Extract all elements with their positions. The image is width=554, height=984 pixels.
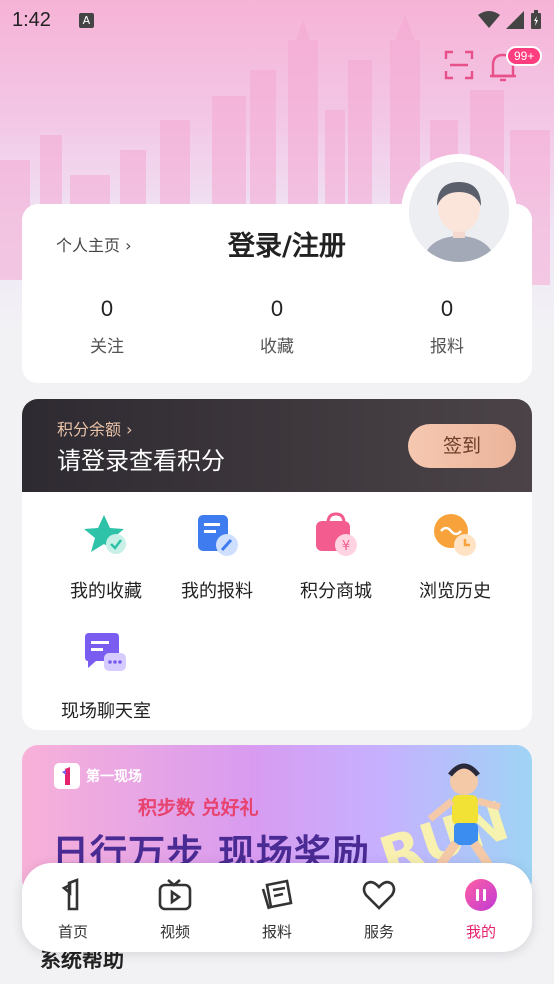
svg-text:¥: ¥ [342, 539, 350, 554]
stat-following-value: 0 [100, 296, 114, 321]
signal-icon [506, 11, 524, 29]
grid-label-history: 浏览历史 [419, 581, 491, 602]
stat-following[interactable]: 0 关注 [22, 296, 192, 357]
notification-app-icon: A [78, 12, 94, 28]
profile-stats: 0 关注 0 收藏 0 报料 [22, 296, 532, 357]
tab-report[interactable]: 报料 [226, 863, 328, 952]
tab-services-label: 服务 [363, 923, 394, 941]
tab-home[interactable]: 首页 [22, 863, 124, 952]
bottom-tab-bar: 首页 视频 报料 服务 我的 [22, 863, 532, 952]
banner-logo: 第一现场 [54, 763, 142, 789]
stat-reports-label: 报料 [430, 337, 464, 357]
my-profile-icon [465, 879, 497, 911]
stat-favorites-value: 0 [270, 296, 284, 321]
points-card: 积分余额 › 请登录查看积分 签到 我的收藏 我的报料 ¥ 积分商城 浏览历史 … [22, 399, 532, 730]
app-logo-icon [54, 763, 80, 789]
points-login-prompt: 请登录查看积分 [57, 447, 225, 475]
profile-card: 个人主页 › 登录/注册 0 关注 0 收藏 0 报料 [22, 154, 532, 383]
history-clock-icon [434, 514, 476, 556]
wifi-icon [478, 11, 500, 28]
grid-item-chat-room[interactable]: 现场聊天室 [42, 631, 170, 723]
tab-mine[interactable]: 我的 [430, 863, 532, 952]
grid-item-points-mall[interactable]: ¥ 积分商城 [272, 511, 400, 603]
grid-item-history[interactable]: 浏览历史 [391, 511, 519, 603]
points-header[interactable]: 积分余额 › 请登录查看积分 签到 [22, 399, 532, 492]
tab-home-label: 首页 [57, 923, 88, 941]
notification-badge: 99+ [506, 46, 543, 66]
header-actions: 99+ [394, 46, 554, 90]
grid-item-favorites[interactable]: 我的收藏 [42, 511, 170, 603]
status-right-icons [478, 10, 542, 30]
default-avatar-icon [409, 162, 509, 262]
chevron-right-icon: › [125, 236, 132, 255]
personal-homepage-label: 个人主页 [56, 236, 121, 255]
banner-logo-text: 第一现场 [86, 769, 142, 785]
login-register-button[interactable]: 登录/注册 [228, 224, 346, 263]
checkin-button[interactable]: 签到 [408, 424, 516, 468]
tab-report-label: 报料 [261, 923, 292, 941]
scan-icon[interactable] [444, 50, 474, 80]
grid-label-favorites: 我的收藏 [70, 581, 142, 602]
points-balance-label: 积分余额 › [57, 420, 133, 439]
grid-label-chat-room: 现场聊天室 [61, 701, 151, 722]
stat-following-label: 关注 [90, 337, 124, 357]
heart-icon [362, 880, 396, 910]
report-note-icon [261, 879, 293, 910]
video-tv-icon [158, 879, 192, 911]
avatar[interactable] [401, 154, 517, 270]
home-1-icon [61, 878, 79, 911]
stat-favorites[interactable]: 0 收藏 [192, 296, 362, 357]
document-edit-icon [198, 515, 238, 556]
grid-label-points-mall: 积分商城 [300, 581, 372, 602]
tab-services[interactable]: 服务 [328, 863, 430, 952]
grid-item-reports[interactable]: 我的报料 [153, 511, 281, 603]
shopping-bag-icon: ¥ [316, 512, 357, 556]
battery-icon [531, 10, 541, 29]
stat-favorites-label: 收藏 [260, 337, 294, 357]
status-time: 1:42 [12, 8, 51, 31]
star-check-icon [84, 515, 126, 554]
stat-reports[interactable]: 0 报料 [362, 296, 532, 357]
personal-homepage-link[interactable]: 个人主页 › [56, 232, 132, 256]
tab-video[interactable]: 视频 [124, 863, 226, 952]
banner-subtitle: 积步数 兑好礼 [138, 797, 259, 819]
stat-reports-value: 0 [440, 296, 454, 321]
chat-room-icon [85, 633, 126, 671]
grid-label-reports: 我的报料 [181, 581, 253, 602]
tab-video-label: 视频 [159, 923, 190, 941]
tab-mine-label: 我的 [465, 923, 496, 941]
status-bar: 1:42 A [0, 0, 554, 40]
